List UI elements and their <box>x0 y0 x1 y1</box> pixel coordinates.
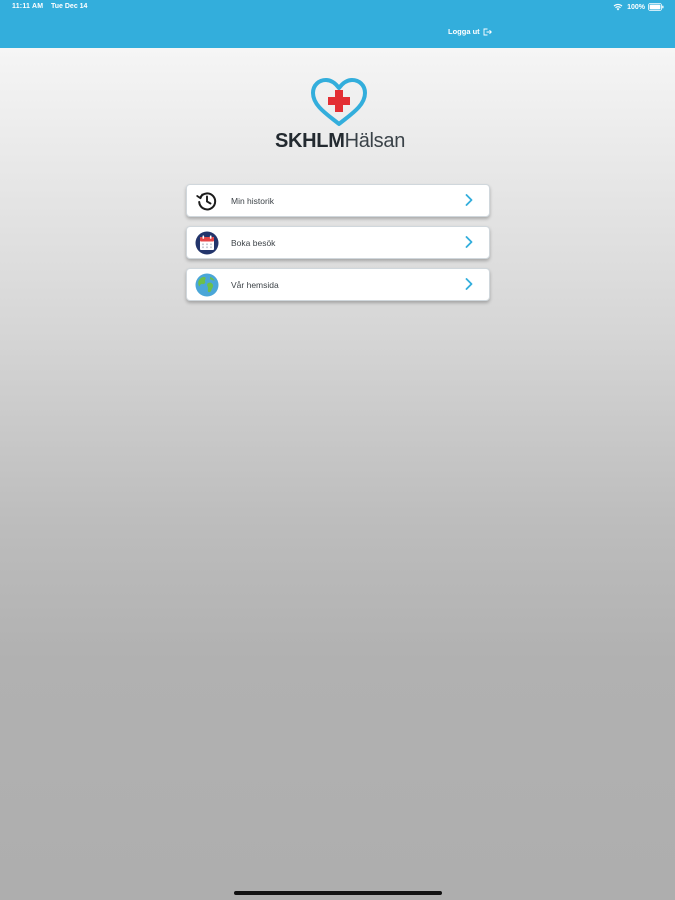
logout-label: Logga ut <box>448 27 480 36</box>
chevron-right-icon <box>465 278 473 290</box>
globe-icon <box>195 273 219 297</box>
menu-item-label: Vår hemsida <box>231 279 279 290</box>
brand-name: SKHLMHälsan <box>260 130 420 153</box>
calendar-icon <box>195 231 219 255</box>
heart-cross-icon <box>311 78 367 126</box>
brand-name-light: Hälsan <box>344 130 406 152</box>
battery-percent: 100% <box>627 3 645 11</box>
menu-item-label: Boka besök <box>231 237 276 248</box>
history-clock-icon <box>195 189 219 213</box>
chevron-right-icon <box>465 236 473 248</box>
main-menu: Min historik Boka besök Vår hemsida <box>186 184 490 310</box>
status-date: Tue Dec 14 <box>51 3 88 10</box>
brand-name-bold: SKHLM <box>274 130 345 152</box>
home-indicator[interactable] <box>234 891 442 895</box>
menu-item-history[interactable]: Min historik <box>186 184 490 217</box>
status-time: 11:11 AM <box>12 3 44 10</box>
top-bar: 11:11 AM Tue Dec 14 100% Logga ut <box>0 0 675 48</box>
app-logo: SKHLMHälsan <box>260 75 420 160</box>
wifi-icon <box>613 3 623 11</box>
status-indicators: 100% <box>613 2 664 12</box>
logout-button[interactable]: Logga ut <box>448 27 492 36</box>
chevron-right-icon <box>465 194 473 206</box>
menu-item-book-visit[interactable]: Boka besök <box>186 226 490 259</box>
logout-icon <box>480 28 492 36</box>
menu-item-label: Min historik <box>231 195 274 206</box>
battery-icon <box>648 3 664 11</box>
menu-item-website[interactable]: Vår hemsida <box>186 268 490 301</box>
